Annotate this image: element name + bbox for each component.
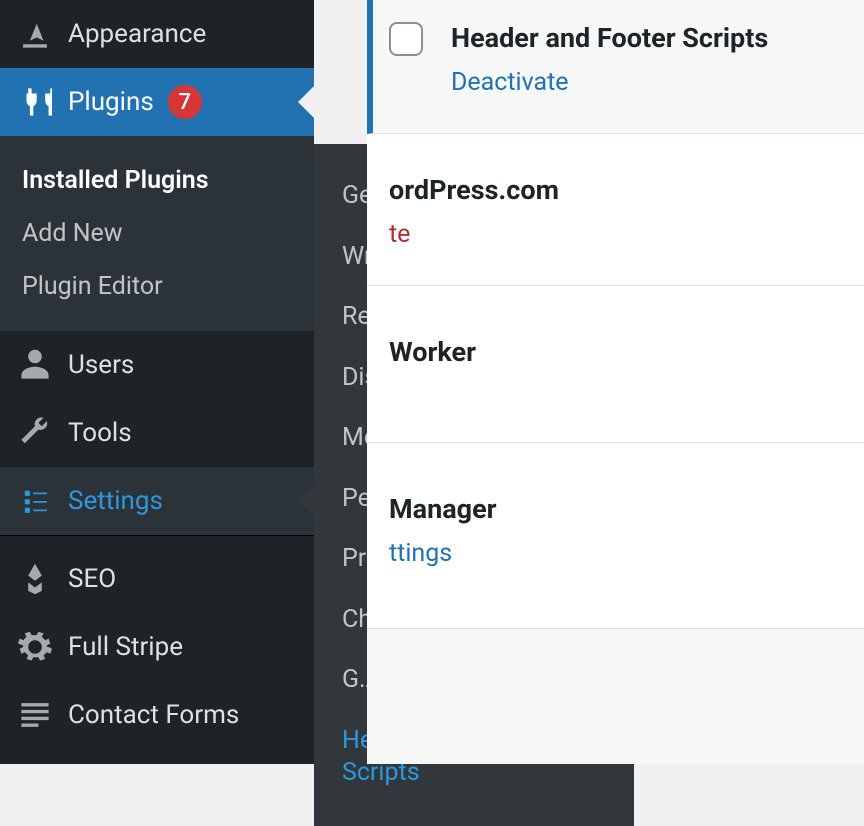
plugin-title: ordPress.com [389, 174, 559, 206]
menu-tools[interactable]: Tools [0, 399, 314, 467]
users-icon [18, 348, 52, 382]
plugins-submenu: Installed PluginsAdd NewPlugin Editor [0, 136, 314, 331]
update-badge: 7 [168, 85, 202, 119]
menu-settings[interactable]: Settings [0, 467, 314, 535]
submenu-item[interactable]: Add New [0, 207, 314, 260]
plugins-icon [18, 85, 52, 119]
menu-seo[interactable]: SEO [0, 545, 314, 613]
plugin-checkbox[interactable] [389, 22, 423, 56]
menu-label: Contact Forms [68, 700, 239, 730]
plugin-row: ordPress.com te [367, 134, 864, 286]
menu-label: Plugins [68, 87, 154, 117]
seo-icon [18, 562, 52, 596]
submenu-item[interactable]: Plugin Editor [0, 260, 314, 313]
menu-label: Full Stripe [68, 632, 183, 662]
plugin-actions: Deactivate [451, 68, 768, 97]
plugin-title: Manager [389, 493, 497, 525]
menu-plugins[interactable]: Plugins 7 [0, 68, 314, 136]
plugin-actions: ttings [389, 539, 497, 568]
appearance-icon [18, 17, 52, 51]
form-icon [18, 698, 52, 732]
plugin-title: Header and Footer Scripts [451, 22, 768, 54]
menu-label: Appearance [68, 19, 206, 49]
plugin-action-link[interactable]: ttings [389, 539, 452, 568]
tools-icon [18, 416, 52, 450]
plugin-action-link[interactable]: te [389, 220, 410, 249]
submenu-item[interactable]: Installed Plugins [0, 154, 314, 207]
plugin-row: Manager ttings [367, 443, 864, 629]
menu-appearance[interactable]: Appearance [0, 0, 314, 68]
menu-label: Users [68, 350, 134, 380]
plugin-actions: te [389, 220, 559, 249]
gear-icon [18, 630, 52, 664]
menu-label: Tools [68, 418, 132, 448]
menu-label: SEO [68, 564, 116, 594]
menu-separator [0, 535, 314, 545]
menu-users[interactable]: Users [0, 331, 314, 399]
menu-label: Settings [68, 486, 163, 516]
plugin-action-link[interactable]: Deactivate [451, 68, 569, 97]
menu-fullstripe[interactable]: Full Stripe [0, 613, 314, 681]
plugin-row: Header and Footer Scripts Deactivate [367, 0, 864, 134]
plugins-list: Header and Footer Scripts Deactivate ordPr… [367, 0, 864, 764]
settings-icon [18, 484, 52, 518]
menu-contactforms[interactable]: Contact Forms [0, 681, 314, 749]
admin-sidebar: Appearance Plugins 7 Installed PluginsAd… [0, 0, 314, 764]
plugin-row: Worker [367, 286, 864, 443]
plugin-title: Worker [389, 336, 476, 368]
